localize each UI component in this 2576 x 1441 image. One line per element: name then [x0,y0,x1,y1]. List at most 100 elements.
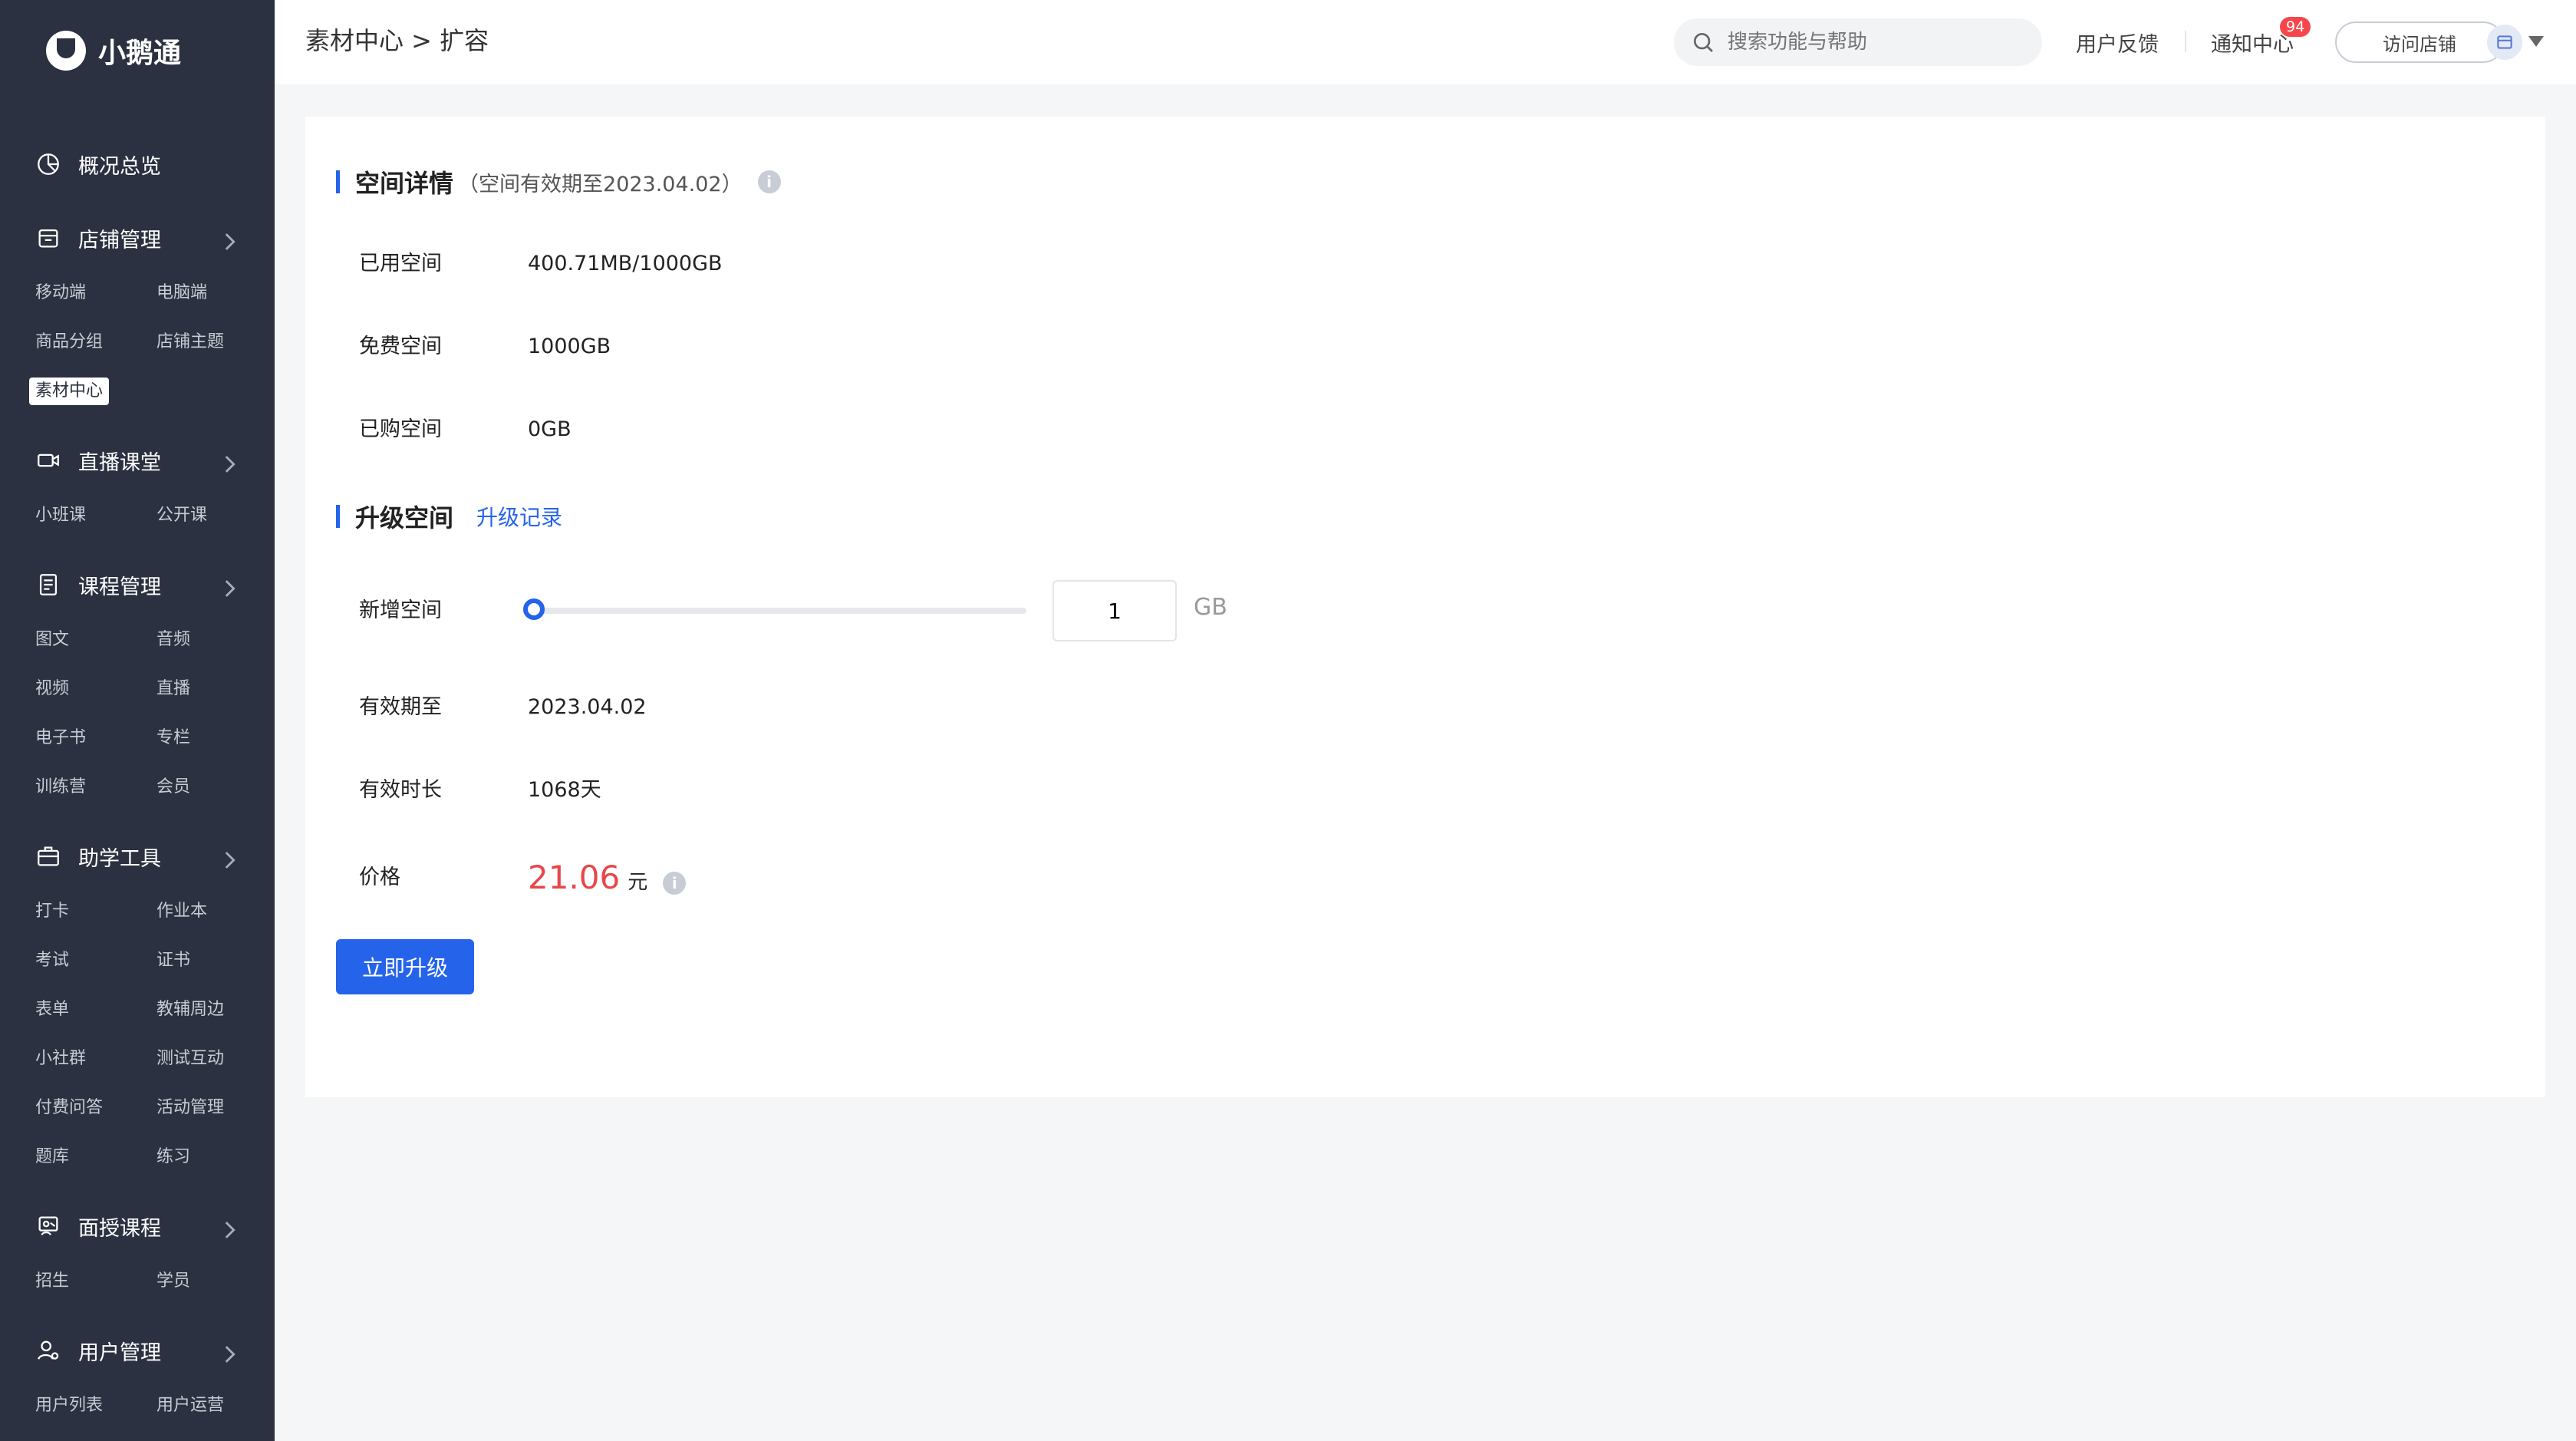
price-block: 21.06 元 i [528,856,687,904]
sidebar-group-users[interactable]: 用户管理 [35,1332,242,1369]
space-slider-track[interactable] [528,608,1026,614]
sidebar-group-title: 助学工具 [78,846,161,871]
upgrade-history-link[interactable]: 升级记录 [476,501,562,532]
search-icon [1694,33,1713,52]
breadcrumb: 素材中心 > 扩容 [305,26,489,55]
free-space-value: 1000GB [528,335,611,358]
sidebar-item-product-group[interactable]: 商品分组 [35,328,103,356]
space-slider-handle[interactable] [523,598,545,620]
sidebar-item-checkin[interactable]: 打卡 [35,898,69,925]
sidebar-item-pc[interactable]: 电脑端 [156,279,207,307]
chevron-right-icon [225,233,236,250]
used-space-label: 已用空间 [359,252,442,275]
sidebar-item-question-bank[interactable]: 题库 [35,1143,69,1171]
sidebar-item-user-list[interactable]: 用户列表 [35,1392,103,1420]
used-space-value: 400.71MB/1000GB [528,252,723,275]
sidebar-item-ebook[interactable]: 电子书 [35,724,86,752]
brand-logo[interactable]: 小鹅通 [46,28,181,74]
sidebar-item-store-theme[interactable]: 店铺主题 [156,328,224,356]
space-expire-note: （空间有效期至2023.04.02） [458,172,743,196]
sidebar-item-mobile[interactable]: 移动端 [35,279,86,307]
space-unit: GB [1194,594,1227,621]
sidebar: 小鹅通 概况总览 店铺管理 移动端 电脑端 商品分组 店铺主题 素材中心 直播课… [0,0,275,1441]
feedback-link[interactable]: 用户反馈 [2076,28,2159,58]
space-amount-input[interactable] [1052,580,1177,641]
section-title: 空间详情 [355,169,454,198]
sidebar-item-user-ops[interactable]: 用户运营 [156,1392,224,1420]
expire-value: 2023.04.02 [528,695,647,719]
sidebar-item-material-center[interactable]: 素材中心 [29,378,110,405]
chevron-right-icon [225,1222,236,1238]
sidebar-item-overview[interactable]: 概况总览 [35,146,242,183]
chevron-right-icon [225,852,236,869]
section-title: 升级空间 [355,503,454,533]
sidebar-item-certificate[interactable]: 证书 [156,947,190,974]
sidebar-group-title: 课程管理 [78,575,161,599]
sidebar-item-practice[interactable]: 练习 [156,1143,190,1171]
avatar[interactable] [2487,25,2522,60]
space-details-title: 空间详情 （空间有效期至2023.04.02） i [336,164,781,199]
title-accent-bar [336,505,340,528]
store-avatar-icon [2497,35,2512,49]
expire-label: 有效期至 [359,695,442,719]
sidebar-item-audio[interactable]: 音频 [156,626,190,654]
sidebar-group-course[interactable]: 课程管理 [35,566,242,603]
video-camera-icon [38,453,59,467]
price-value: 21.06 [528,859,621,896]
teacher-board-icon [38,1216,58,1235]
sidebar-item-exam[interactable]: 考试 [35,947,69,974]
sidebar-item-article[interactable]: 图文 [35,626,69,654]
header-divider [2185,31,2186,52]
duration-label: 有效时长 [359,778,442,802]
notification-badge: 94 [2280,17,2311,37]
price-label: 价格 [359,866,400,889]
sidebar-group-store[interactable]: 店铺管理 [35,219,242,256]
price-unit: 元 [628,871,648,894]
sidebar-item-paid-qa[interactable]: 付费问答 [35,1094,103,1122]
sidebar-item-live[interactable]: 直播 [156,675,190,703]
upgrade-now-button[interactable]: 立即升级 [336,939,474,994]
sidebar-item-homework[interactable]: 作业本 [156,898,207,925]
sidebar-item-enroll[interactable]: 招生 [35,1268,69,1295]
sidebar-item-form[interactable]: 表单 [35,996,69,1024]
sidebar-item-column[interactable]: 专栏 [156,724,190,752]
document-icon [39,574,58,595]
sidebar-item-camp[interactable]: 训练营 [35,773,86,801]
sidebar-group-tools[interactable]: 助学工具 [35,838,242,875]
user-gear-icon [38,1340,59,1360]
sidebar-item-quiz[interactable]: 测试互动 [156,1045,224,1073]
sidebar-group-title: 店铺管理 [78,228,161,252]
sidebar-item-member[interactable]: 会员 [156,773,190,801]
sidebar-group-title: 直播课堂 [78,450,161,475]
bought-space-label: 已购空间 [359,417,442,441]
search-input[interactable] [1726,30,2021,54]
pie-chart-icon [38,153,59,175]
upgrade-space-title: 升级空间 升级记录 [336,499,562,534]
sidebar-item-small-class[interactable]: 小班课 [35,502,86,529]
chevron-right-icon [225,456,236,473]
sidebar-item-video[interactable]: 视频 [35,675,69,703]
sidebar-group-title: 面授课程 [78,1216,161,1241]
price-info-icon[interactable]: i [663,871,687,895]
brand-name: 小鹅通 [98,38,182,69]
sidebar-item-open-class[interactable]: 公开课 [156,502,207,529]
store-icon [38,229,58,248]
sidebar-item-community[interactable]: 小社群 [35,1045,86,1073]
title-accent-bar [336,170,340,193]
info-icon[interactable]: i [757,170,781,193]
sidebar-item-label: 概况总览 [78,154,161,179]
chevron-right-icon [225,580,236,597]
goose-logo-icon [46,31,86,71]
chevron-down-icon[interactable] [2528,36,2544,47]
visit-store-button[interactable]: 访问店铺 [2335,21,2504,63]
main-card: 空间详情 （空间有效期至2023.04.02） i 已用空间 400.71MB/… [305,117,2545,1097]
sidebar-item-students[interactable]: 学员 [156,1268,190,1295]
bought-space-value: 0GB [528,417,572,441]
sidebar-group-offline[interactable]: 面授课程 [35,1208,242,1245]
sidebar-group-live[interactable]: 直播课堂 [35,442,242,479]
toolbox-icon [38,846,59,866]
sidebar-item-activity[interactable]: 活动管理 [156,1094,224,1122]
add-space-label: 新增空间 [359,598,442,622]
sidebar-item-merch[interactable]: 教辅周边 [156,996,224,1024]
search-box[interactable] [1674,18,2042,66]
